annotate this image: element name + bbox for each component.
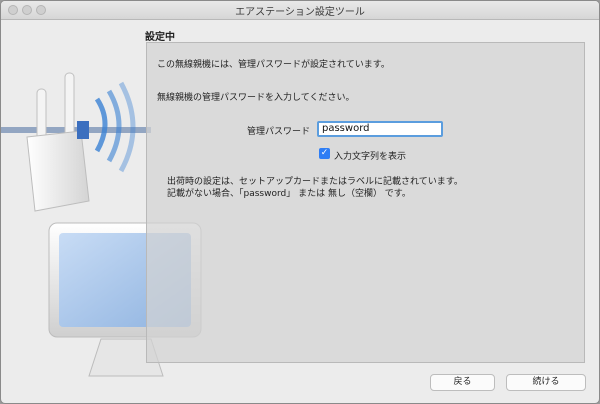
app-window: エアステーション設定ツール 設定中 この無線親機には、管理パスワードが設定されて… [0,0,600,404]
step-title: 設定中 [145,32,175,43]
password-input[interactable]: password [317,121,443,137]
title-bar: エアステーション設定ツール [1,1,599,20]
checkmark-icon: ✓ [320,148,329,158]
window-title: エアステーション設定ツール [235,7,365,18]
instruction-text: 無線親機の管理パスワードを入力してください。 [157,93,355,103]
note-line-2: 記載がない場合、「password」 または 無し（空欄） です。 [167,189,411,199]
intro-text: この無線親機には、管理パスワードが設定されています。 [157,60,390,70]
continue-button[interactable]: 続ける [506,374,586,391]
show-characters-label[interactable]: 入力文字列を表示 [334,149,406,162]
back-button[interactable]: 戻る [430,374,495,391]
show-characters-checkbox[interactable]: ✓ [319,148,330,159]
password-label: 管理パスワード [247,127,311,137]
content-panel: この無線親機には、管理パスワードが設定されています。 無線親機の管理パスワードを… [146,42,585,363]
